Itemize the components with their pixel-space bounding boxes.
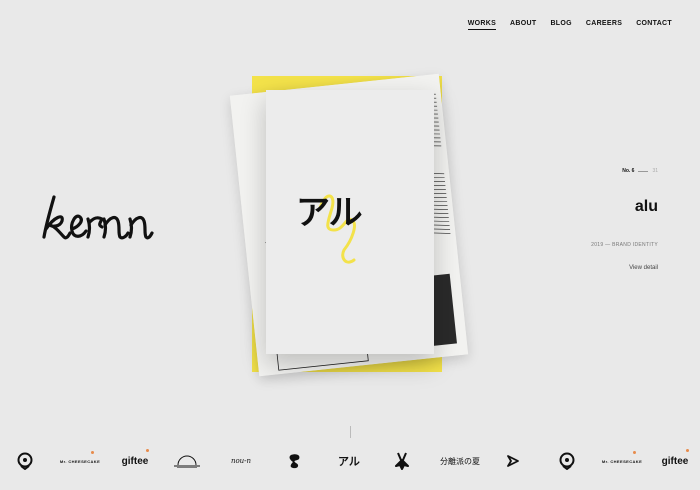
client-logo-play[interactable] [504,446,522,476]
project-info: No. 6 31 alu 2019 — BRAND IDENTITY View … [591,168,658,271]
client-logo-bunkaku[interactable]: 分離派の夏 [438,446,482,476]
client-logo-kern[interactable] [14,446,36,476]
client-logo-giftee[interactable]: giftee [116,446,154,476]
project-number: No. 6 [622,168,635,174]
client-logo-noun[interactable]: nou-n [222,446,260,476]
accent-dot [91,451,94,454]
accent-dot [146,449,149,452]
project-index: No. 6 31 [591,168,658,174]
alu-cover-card: アル [266,90,434,354]
client-logo-horizon[interactable] [172,446,202,476]
client-logo-blob[interactable] [286,446,304,476]
rabbit-logo-icon [395,452,409,470]
prev-project-wordmark[interactable] [40,193,200,243]
nav-contact[interactable]: CONTACT [636,20,672,30]
index-divider [638,170,649,172]
nav-works[interactable]: WORKS [467,20,497,30]
nav-careers[interactable]: CAREERS [586,20,622,30]
project-total: 31 [652,168,658,174]
kern-script-icon [42,195,154,240]
nav-blog[interactable]: BLOG [550,20,571,30]
project-meta: 2019 — BRAND IDENTITY [591,242,658,248]
client-logo-rabbit[interactable] [392,446,412,476]
play-logo-icon [507,455,519,467]
nav-about[interactable]: ABOUT [510,20,536,30]
pin-logo-icon [559,452,575,470]
client-logo-giftee-repeat[interactable]: giftee [656,446,694,476]
accent-dot [633,451,636,454]
blob-logo-icon [289,454,300,469]
client-logo-kern-repeat[interactable] [556,446,578,476]
project-cover-stack[interactable]: アル [229,70,470,380]
project-title: alu [634,198,658,215]
scroll-divider [350,426,351,438]
client-logo-cheesecake-repeat[interactable]: Mr. CHEESECAKE [600,446,644,476]
main-nav: WORKS ABOUT BLOG CAREERS CONTACT [467,20,672,30]
view-detail-link[interactable]: View detail [591,265,658,271]
accent-dot [686,449,689,452]
client-logo-carousel: Mr. CHEESECAKE giftee nou-n アル 分離派の夏 Mr.… [0,446,700,476]
client-logo-cheesecake[interactable]: Mr. CHEESECAKE [58,446,102,476]
alu-logo: アル [296,193,363,233]
client-logo-alu[interactable]: アル [336,446,362,476]
horizon-logo-icon [174,455,200,468]
pin-logo-icon [17,452,33,470]
